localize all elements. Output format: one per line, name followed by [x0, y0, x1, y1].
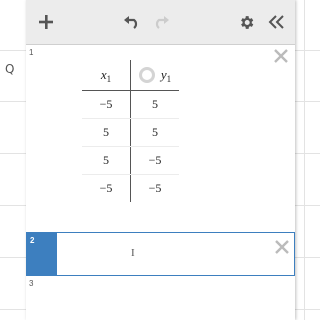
table-row: −5 −5: [82, 174, 180, 203]
table-row: 5 −5: [82, 146, 179, 175]
grid-line: [304, 0, 305, 320]
text-cursor: I: [131, 247, 135, 259]
settings-button[interactable]: [234, 8, 258, 36]
table-row: −5 5: [82, 90, 179, 119]
expression-number: 1: [29, 48, 34, 57]
table-header-x[interactable]: x1: [82, 60, 131, 91]
column-sub: 1: [166, 73, 172, 84]
table-cell[interactable]: 5: [130, 90, 179, 119]
close-icon[interactable]: [272, 47, 290, 65]
expression-toolbar: [26, 0, 295, 45]
expression-panel: 1 x1 y1 −5 5 5 5 5 −5 −5 −5 2 I 3: [26, 0, 295, 320]
expression-gutter[interactable]: 3: [26, 276, 56, 320]
table-row: 5 5: [82, 118, 179, 147]
graph-edge-glyph: Q: [5, 62, 15, 76]
expression-number: 2: [30, 236, 35, 245]
undo-button[interactable]: [120, 8, 144, 36]
table-header-y[interactable]: y1: [130, 60, 179, 91]
gear-icon: [240, 15, 253, 29]
data-table: x1 y1 −5 5 5 5 5 −5 −5 −5: [82, 60, 179, 202]
expression-gutter[interactable]: 1: [26, 45, 56, 232]
add-item-button[interactable]: [34, 8, 58, 36]
grid-line: [0, 257, 26, 258]
table-cell[interactable]: −5: [130, 146, 179, 175]
expression-item-table[interactable]: 1 x1 y1 −5 5 5 5 5 −5 −5 −5: [26, 45, 295, 233]
expression-item-active[interactable]: 2 I: [26, 232, 295, 276]
redo-button[interactable]: [149, 8, 173, 36]
table-cell[interactable]: −5: [82, 174, 131, 202]
grid-line: [0, 309, 26, 310]
table-cell[interactable]: −5: [82, 90, 131, 119]
expression-gutter[interactable]: 2: [27, 233, 57, 275]
table-cell[interactable]: 5: [82, 118, 131, 147]
expression-number: 3: [29, 279, 34, 288]
double-chevron-left-icon: [268, 15, 284, 29]
column-sub: 1: [106, 73, 112, 84]
grid-line: [0, 101, 26, 102]
expression-item-empty[interactable]: 3: [26, 276, 295, 320]
grid-line: [0, 50, 26, 51]
redo-icon: [155, 16, 169, 29]
table-cell[interactable]: 5: [130, 118, 179, 147]
undo-icon: [124, 16, 138, 29]
series-color-circle-icon[interactable]: [138, 66, 155, 83]
grid-line: [0, 153, 26, 154]
close-icon[interactable]: [273, 238, 291, 256]
plus-icon: [39, 15, 53, 29]
table-cell[interactable]: −5: [131, 175, 180, 203]
collapse-list-button[interactable]: [264, 8, 288, 36]
table-cell[interactable]: 5: [82, 146, 131, 175]
graph-left-strip: Q: [0, 0, 26, 320]
grid-line: [0, 205, 26, 206]
